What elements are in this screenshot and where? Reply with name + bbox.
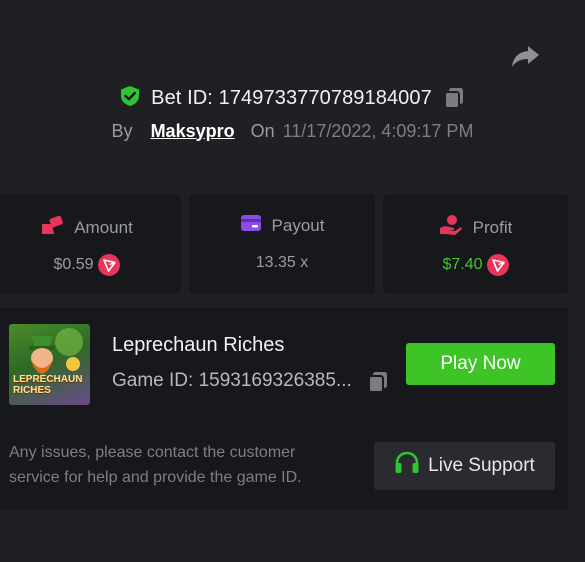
game-name: Leprechaun Riches [112, 334, 285, 356]
profit-value: $7.40 [442, 256, 483, 273]
profit-label: Profit [472, 217, 513, 237]
payout-value: 13.35 x [255, 254, 309, 271]
game-thumbnail[interactable]: LEPRECHAUN RICHES [9, 324, 90, 405]
on-label: On [250, 120, 275, 141]
play-now-button[interactable]: Play Now [406, 343, 555, 385]
bet-id: Bet ID: 1749733770789184007 [151, 86, 432, 109]
bet-author-row: By Maksypro On 11/17/2022, 4:09:17 PM [0, 118, 585, 144]
bet-datetime: 11/17/2022, 4:09:17 PM [282, 120, 474, 141]
live-support-label: Live Support [428, 455, 535, 476]
shield-check-icon [119, 85, 141, 112]
amount-label: Amount [74, 217, 133, 237]
payout-card: Payout 13.35 x [189, 194, 375, 294]
headset-icon [394, 451, 420, 481]
wallet-card-icon [240, 214, 262, 237]
bet-details-page: Bet ID: 1749733770789184007 By Maksypro … [0, 0, 585, 562]
support-help-text: Any issues, please contact the customer … [9, 444, 302, 486]
bet-amount-icon [40, 214, 64, 241]
profit-card: Profit $7.40 [383, 194, 568, 294]
bet-id-row: Bet ID: 1749733770789184007 [0, 84, 585, 112]
by-label: By [111, 120, 133, 141]
tron-coin-icon [97, 254, 120, 276]
payout-label: Payout [271, 215, 325, 235]
amount-value: $0.59 [53, 256, 94, 273]
username-link[interactable]: Maksypro [151, 121, 235, 142]
copy-icon[interactable] [442, 86, 466, 110]
tron-coin-icon [486, 254, 509, 276]
share-icon[interactable] [508, 42, 542, 72]
game-panel: LEPRECHAUN RICHES Leprechaun Riches Game… [0, 308, 568, 510]
hand-coin-icon [439, 214, 463, 241]
game-id: Game ID: 1593169326385... [112, 370, 352, 391]
game-thumbnail-title: LEPRECHAUN RICHES [13, 374, 83, 396]
amount-card: Amount $0.59 [0, 194, 181, 294]
copy-icon[interactable] [366, 370, 390, 394]
live-support-button[interactable]: Live Support [374, 442, 555, 490]
